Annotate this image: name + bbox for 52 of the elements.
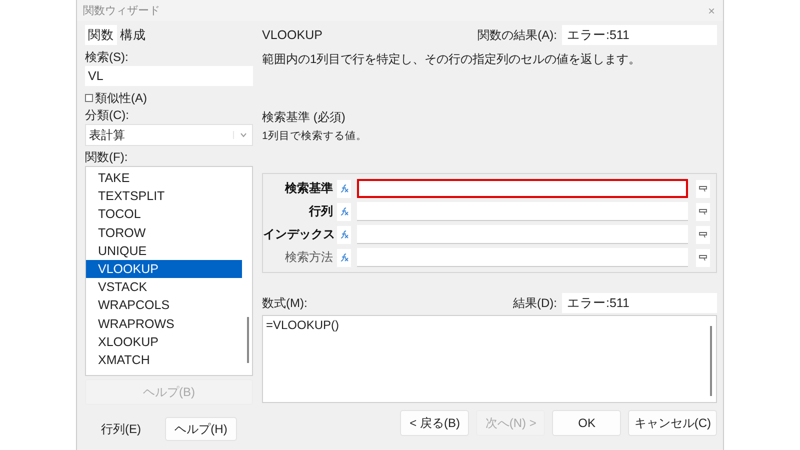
dialog-button[interactable]: OK (552, 410, 622, 436)
function-list-item[interactable]: TAKE (86, 169, 242, 188)
result-label: 関数の結果(A): (478, 26, 557, 44)
result-label: 結果(D): (513, 294, 557, 312)
function-icon[interactable] (337, 180, 351, 198)
function-list-item[interactable]: XLOOKUP (86, 332, 242, 351)
function-list-item[interactable]: TOROW (86, 224, 242, 242)
function-icon[interactable] (337, 202, 351, 220)
window-title: 関数ウィザード (83, 4, 160, 18)
search-label: 検索(S): (85, 49, 130, 66)
function-list-item[interactable]: WRAPROWS (86, 314, 242, 333)
argument-title: 検索基準 (必須) (262, 109, 346, 126)
function-icon[interactable] (337, 226, 351, 244)
function-list-item[interactable]: UNIQUE (86, 242, 242, 260)
shrink-icon[interactable] (696, 202, 710, 220)
result-field: エラー:511 (562, 25, 717, 45)
function-list[interactable]: TAKE TEXTSPLIT TOCOL TOROW UNIQUE VLOOKUP VSTACK WRAPCOLS WRAPROWS XLOOKUP XMATCH (85, 166, 253, 376)
argument-label: インデックス (263, 226, 333, 243)
dialog-button[interactable]: キャンセル(C) (628, 410, 717, 436)
function-list-item[interactable]: XMATCH (86, 350, 242, 370)
shrink-icon[interactable] (696, 180, 710, 198)
formula-label: 数式(M): (262, 294, 308, 312)
shrink-icon[interactable] (696, 226, 710, 244)
category-label: 分類(C): (85, 107, 130, 124)
argument-label: 検索方法 (284, 249, 333, 266)
function-icon[interactable] (337, 248, 351, 266)
argument-field[interactable] (357, 179, 688, 198)
argument-label: 行列 (308, 203, 333, 220)
tab[interactable]: 構成 (117, 25, 149, 45)
function-list-item[interactable]: VSTACK (86, 278, 242, 296)
argument-label: 検索基準 (284, 180, 333, 197)
search-field[interactable]: VL (85, 66, 253, 86)
scrollbar-thumb[interactable] (247, 317, 249, 363)
category-dropdown[interactable]: 表計算 (85, 124, 253, 146)
array-button[interactable]: 行列(E) (85, 417, 157, 441)
function-title: VLOOKUP (262, 28, 322, 42)
argument-description: 1列目で検索する値。 (262, 129, 368, 144)
dialog-button[interactable]: < 戻る(B) (400, 410, 470, 436)
tab[interactable]: 関数 (85, 25, 117, 45)
function-list-item[interactable]: WRAPCOLS (86, 296, 242, 314)
function-list-item[interactable]: TEXTSPLIT (86, 187, 242, 206)
checkbox-label: 類似性(A) (95, 90, 147, 106)
help-button[interactable]: ヘルプ(H) (165, 417, 237, 441)
functions-label: 関数(F): (85, 149, 129, 166)
scrollbar-thumb[interactable] (710, 326, 712, 396)
shrink-icon[interactable] (696, 248, 710, 266)
checkbox[interactable] (85, 94, 93, 102)
function-list-item[interactable]: VLOOKUP (86, 260, 242, 278)
function-list-item[interactable]: TOCOL (86, 205, 242, 224)
formula-field[interactable]: =VLOOKUP() (262, 315, 717, 403)
function-description: 範囲内の1列目で行を特定し、その行の指定列のセルの値を返します。 (262, 51, 642, 68)
result-field: エラー:511 (562, 293, 717, 313)
